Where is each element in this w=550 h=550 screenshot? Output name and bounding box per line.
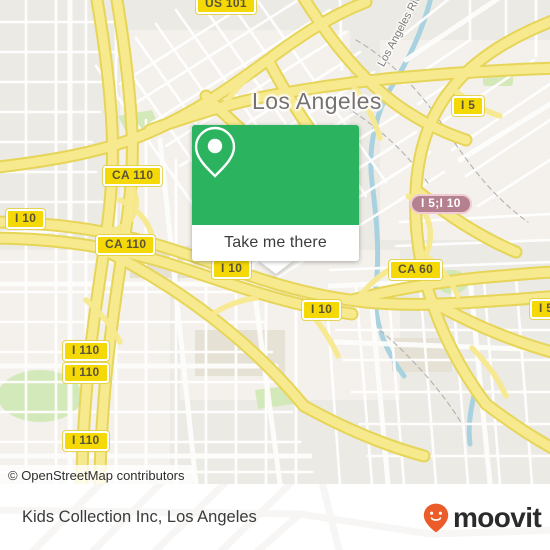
highway-shield: I 10 [302, 300, 342, 320]
map-page: .mw{stroke:#f7e98e;stroke-linecap:round;… [0, 0, 550, 550]
highway-shield: I 10 [6, 209, 46, 229]
highway-shield: I 5 [530, 299, 550, 319]
highway-shield: CA 110 [103, 166, 163, 186]
map-canvas[interactable]: .mw{stroke:#f7e98e;stroke-linecap:round;… [0, 0, 550, 484]
place-callout-card[interactable]: Take me there [192, 125, 359, 261]
highway-shield: I 110 [63, 341, 109, 361]
moovit-smiley-pin-icon [423, 503, 449, 533]
place-title: Kids Collection Inc, Los Angeles [22, 508, 257, 526]
highway-shield: I 5 [452, 96, 485, 116]
moovit-logo[interactable]: moovit [423, 502, 542, 533]
osm-attribution[interactable]: © OpenStreetMap contributors [0, 465, 193, 484]
callout-tail [258, 260, 294, 274]
take-me-there-button[interactable]: Take me there [224, 234, 327, 252]
highway-shield: I 110 [63, 431, 109, 451]
highway-shield: CA 60 [389, 260, 443, 280]
callout-top [192, 125, 359, 225]
callout-bottom[interactable]: Take me there [192, 225, 359, 261]
moovit-wordmark: moovit [453, 502, 542, 533]
highway-shield: CA 110 [96, 235, 156, 255]
highway-shield: I 110 [63, 363, 109, 383]
map-label-city: Los Angeles [252, 88, 382, 114]
highway-shield: I 10 [212, 259, 252, 279]
highway-shield: US 101 [196, 0, 256, 14]
map-pin-icon [194, 126, 236, 178]
highway-shield: I 5;I 10 [410, 194, 472, 214]
